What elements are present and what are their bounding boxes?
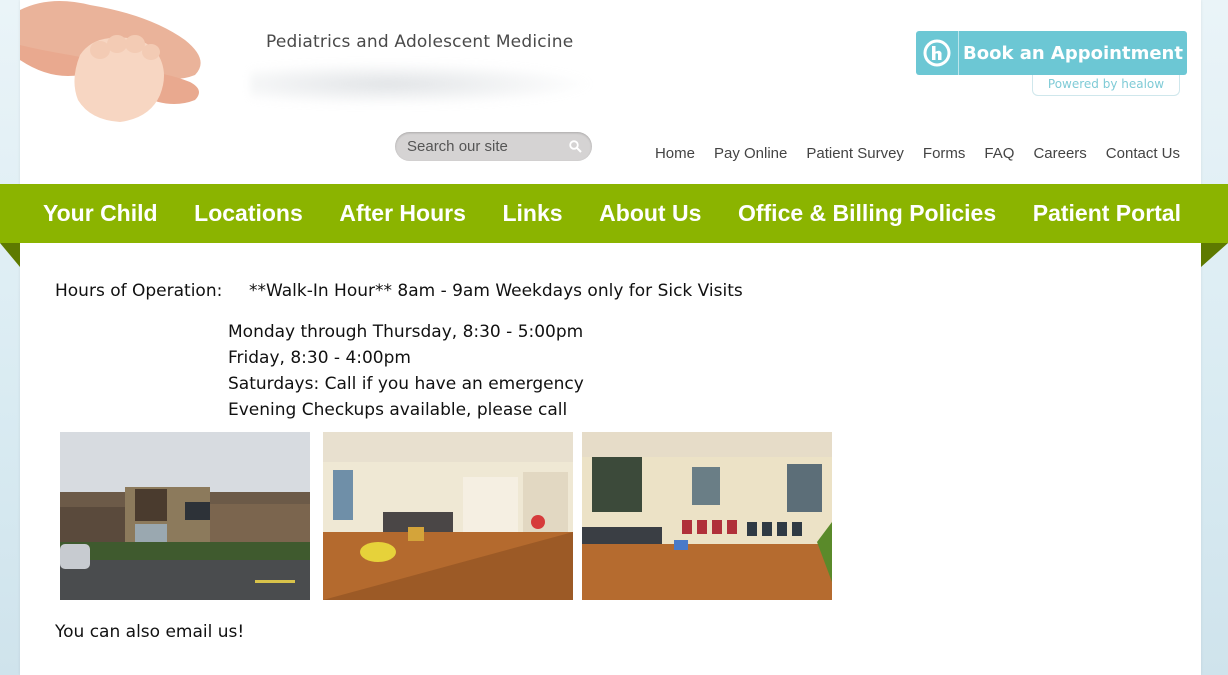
powered-by-healow[interactable]: Powered by healow (1032, 75, 1180, 96)
page-container: Pediatrics and Adolescent Medicine Book … (20, 0, 1201, 675)
hours-line: Evening Checkups available, please call (228, 400, 568, 420)
search-box (395, 132, 592, 161)
healow-icon (916, 31, 959, 75)
nav-office-billing-policies[interactable]: Office & Billing Policies (738, 200, 996, 227)
nav-after-hours[interactable]: After Hours (339, 200, 466, 227)
ribbon-fold-right (1201, 243, 1228, 267)
hours-label: Hours of Operation: (55, 281, 223, 301)
nav-links[interactable]: Links (502, 200, 562, 227)
play-area-photo (582, 432, 832, 600)
site-title: Pediatrics and Adolescent Medicine (266, 32, 574, 52)
search-icon[interactable] (569, 140, 582, 158)
book-appointment-button[interactable]: Book an Appointment (916, 31, 1187, 75)
top-link-patient-survey[interactable]: Patient Survey (806, 145, 904, 162)
hours-line: Friday, 8:30 - 4:00pm (228, 348, 411, 368)
nav-your-child[interactable]: Your Child (43, 200, 158, 227)
main-nav: Your Child Locations After Hours Links A… (0, 184, 1228, 243)
nav-patient-portal[interactable]: Patient Portal (1033, 200, 1181, 227)
logo-image-blurred (250, 62, 595, 106)
waiting-room-photo (323, 432, 573, 600)
walk-in-hours: **Walk-In Hour** 8am - 9am Weekdays only… (249, 281, 743, 301)
nav-locations[interactable]: Locations (194, 200, 303, 227)
search-input[interactable] (407, 136, 557, 157)
top-link-pay-online[interactable]: Pay Online (714, 145, 787, 162)
hours-list: Monday through Thursday, 8:30 - 5:00pm F… (228, 319, 584, 423)
hours-line: Monday through Thursday, 8:30 - 5:00pm (228, 322, 584, 342)
top-link-faq[interactable]: FAQ (984, 145, 1014, 162)
ribbon-fold-left (0, 243, 20, 267)
email-note: You can also email us! (55, 622, 245, 642)
building-exterior-photo (60, 432, 310, 600)
hand-logo-image (20, 0, 210, 125)
top-link-careers[interactable]: Careers (1033, 145, 1086, 162)
top-links: Home Pay Online Patient Survey Forms FAQ… (655, 145, 1180, 162)
nav-about-us[interactable]: About Us (599, 200, 701, 227)
book-appointment-label: Book an Appointment (963, 42, 1183, 64)
top-link-contact-us[interactable]: Contact Us (1106, 145, 1180, 162)
hours-line: Saturdays: Call if you have an emergency (228, 374, 584, 394)
top-link-forms[interactable]: Forms (923, 145, 966, 162)
top-link-home[interactable]: Home (655, 145, 695, 162)
